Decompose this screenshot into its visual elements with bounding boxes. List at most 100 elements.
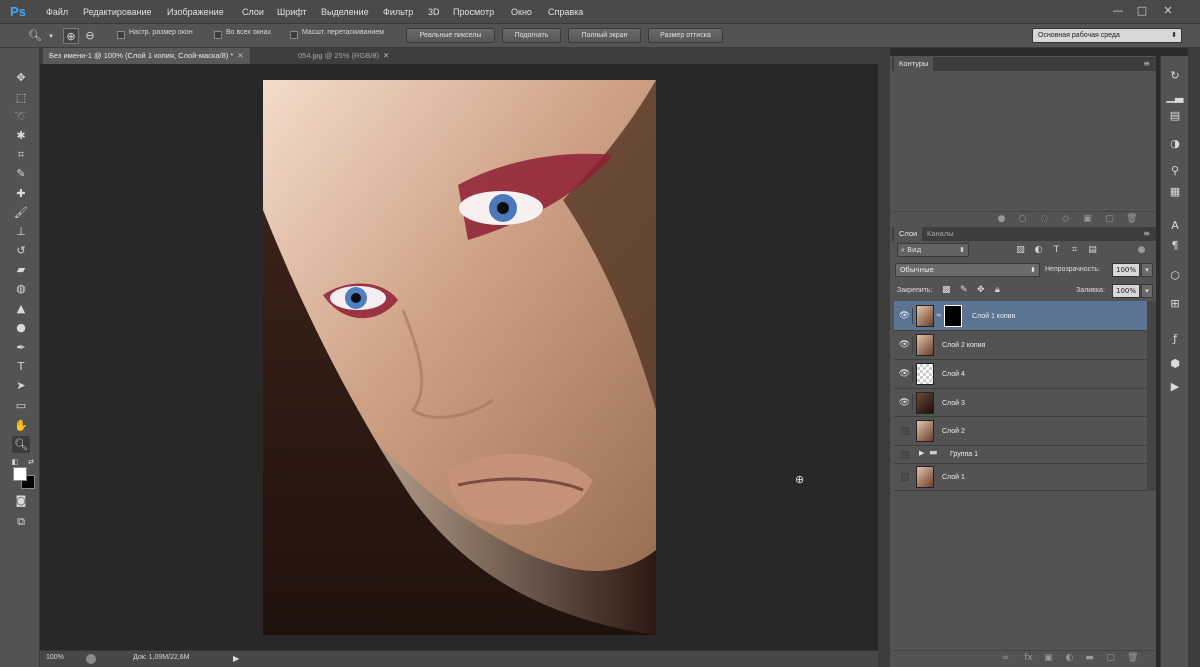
marquee-tool-icon[interactable]: ⬚ (12, 89, 30, 106)
3d-icon[interactable]: ⬡ (1166, 268, 1184, 284)
fill-screen-button[interactable]: Полный экран (568, 28, 641, 43)
add-mask-icon[interactable]: ▣ (1043, 653, 1054, 664)
tab-054-jpg[interactable]: 054.jpg @ 25% (RGB/8) ✕ (292, 48, 395, 64)
panel-menu-icon[interactable]: ≡ (1143, 59, 1150, 68)
layer-row[interactable]: 👁︎ Слой 3 (894, 389, 1147, 417)
menu-edit[interactable]: Редактирование (83, 0, 152, 24)
tab-channels[interactable]: Каналы (922, 227, 959, 241)
fill-path-icon[interactable]: ● (996, 214, 1007, 225)
add-mask-icon[interactable]: ▣ (1082, 214, 1093, 225)
group-folder-icon[interactable]: ▬ (1084, 653, 1095, 664)
layers-scrollbar[interactable] (1147, 301, 1156, 491)
new-path-icon[interactable]: ▢ (1104, 214, 1115, 225)
layer-name[interactable]: Слой 4 (942, 371, 965, 378)
layer-name[interactable]: Слой 1 копия (972, 313, 1015, 320)
eye-icon[interactable]: 👁︎ (897, 366, 913, 382)
quick-mask-icon[interactable]: ◙ (12, 492, 30, 509)
paint-bucket-tool-icon[interactable]: ◍ (12, 280, 30, 297)
tab-layers[interactable]: Слои (894, 227, 923, 241)
paragraph-icon[interactable]: ¶ (1166, 238, 1184, 254)
visibility-toggle[interactable] (901, 451, 909, 459)
canvas-area[interactable]: ⊕ (40, 64, 878, 650)
info-icon[interactable] (86, 654, 96, 664)
scrubby-zoom-checkbox[interactable] (290, 31, 298, 39)
type-filter-icon[interactable]: T (1050, 244, 1063, 257)
adjustment-layer-icon[interactable]: ◐ (1064, 653, 1075, 664)
tab-untitled-1[interactable]: Без имени-1 @ 100% (Слой 1 копия, Слой-м… (43, 48, 250, 64)
close-button[interactable]: ✕ (1158, 3, 1178, 19)
pixel-filter-icon[interactable]: ▨ (1014, 244, 1027, 257)
layer-style-icon[interactable]: fx (1023, 653, 1034, 664)
healing-brush-tool-icon[interactable]: ✚ (12, 185, 30, 202)
lock-position-icon[interactable]: ✥ (977, 285, 985, 295)
layer-row[interactable]: Слой 2 (894, 417, 1147, 446)
menu-window[interactable]: Окно (511, 0, 532, 24)
layer-row[interactable]: 👁︎ Слой 4 (894, 360, 1147, 389)
minimize-button[interactable]: — (1108, 3, 1128, 19)
layer-name[interactable]: Группа 1 (950, 451, 978, 458)
expand-arrow-icon[interactable]: ▶ (919, 449, 924, 457)
blur-tool-icon[interactable]: ▲ (12, 300, 30, 317)
menu-help[interactable]: Справка (548, 0, 583, 24)
eyedropper-tool-icon[interactable]: ✎ (12, 165, 30, 182)
close-icon[interactable]: ✕ (237, 51, 243, 60)
path-selection-tool-icon[interactable]: ➤ (12, 377, 30, 394)
new-layer-icon[interactable]: ▢ (1105, 653, 1116, 664)
resize-windows-checkbox[interactable] (117, 31, 125, 39)
quick-selection-tool-icon[interactable]: ✱ (12, 127, 30, 144)
shape-tool-icon[interactable]: ▭ (12, 397, 30, 414)
all-windows-checkbox[interactable] (214, 31, 222, 39)
workspace-select[interactable]: Основная рабочая среда ⬍ (1032, 28, 1182, 43)
layer-group-row[interactable]: ▶ ▬ Группа 1 (894, 446, 1147, 464)
history-icon[interactable]: ↻ (1166, 68, 1184, 84)
lasso-tool-icon[interactable]: ➰ (12, 108, 30, 125)
play-arrow-icon[interactable]: ▶ (233, 654, 239, 663)
close-icon[interactable]: ✕ (383, 51, 389, 60)
brush-tool-icon[interactable]: 🖌︎ (12, 204, 30, 221)
layer-name[interactable]: Слой 2 (942, 428, 965, 435)
work-path-icon[interactable]: ◇ (1060, 214, 1071, 225)
chain-link-icon[interactable]: ∞ (936, 311, 942, 319)
layer-row[interactable]: Слой 1 (894, 464, 1147, 491)
swap-colors-icon[interactable]: ⇄ (26, 454, 36, 471)
layer-name[interactable]: Слой 2 копия (942, 342, 985, 349)
zoom-tool-preset-icon[interactable]: 🔍︎ (27, 28, 43, 44)
properties-icon[interactable]: ⊞ (1166, 296, 1184, 312)
layer-row[interactable]: 👁︎ ∞ Слой 1 копия (894, 301, 1147, 331)
menu-file[interactable]: Файл (46, 0, 68, 24)
swatches-icon[interactable]: ⬢ (1166, 356, 1184, 372)
visibility-toggle[interactable] (901, 473, 909, 481)
link-layers-icon[interactable]: ∞ (1000, 653, 1011, 664)
actual-pixels-button[interactable]: Реальные пикселы (406, 28, 495, 43)
trash-icon[interactable]: 🗑︎ (1126, 214, 1137, 225)
menu-type[interactable]: Шрифт (277, 0, 307, 24)
lock-paint-icon[interactable]: ✎ (960, 285, 968, 295)
lock-all-icon[interactable]: 🔒︎ (995, 285, 1000, 295)
filter-kind-select[interactable]: ⌕ Вид ⬍ (897, 243, 969, 257)
zoom-in-icon[interactable]: ⊕ (63, 28, 79, 44)
opacity-slider-arrow[interactable]: ▾ (1141, 263, 1153, 277)
eye-icon[interactable]: 👁︎ (897, 308, 913, 324)
brush-panel-icon[interactable]: ▦ (1166, 184, 1184, 200)
eye-icon[interactable]: 👁︎ (897, 395, 913, 411)
tab-paths[interactable]: Контуры (894, 57, 934, 71)
menu-layers[interactable]: Слои (242, 0, 264, 24)
zoom-level[interactable]: 100% (46, 654, 64, 661)
play-actions-icon[interactable]: ▶ (1166, 379, 1184, 395)
menu-3d[interactable]: 3D (428, 0, 440, 24)
zoom-out-icon[interactable]: ⊖ (82, 28, 98, 44)
clone-stamp-tool-icon[interactable]: ⊥ (12, 223, 30, 240)
fit-screen-button[interactable]: Подогнать (502, 28, 561, 43)
maximize-button[interactable]: □ (1132, 3, 1152, 19)
layer-mask-thumbnail[interactable] (944, 305, 962, 327)
screen-mode-icon[interactable]: ⧉ (12, 513, 30, 530)
menu-image[interactable]: Изображение (167, 0, 224, 24)
opacity-field[interactable]: 100% (1112, 263, 1140, 277)
stroke-path-icon[interactable]: ○ (1017, 214, 1028, 225)
pen-tool-icon[interactable]: ✒ (12, 339, 30, 356)
panel-menu-icon[interactable]: ≡ (1143, 229, 1150, 238)
blend-mode-select[interactable]: Обычные ⬍ (895, 263, 1040, 277)
adjustments-icon[interactable]: ◑ (1166, 136, 1184, 152)
crop-tool-icon[interactable]: ⌗ (12, 146, 30, 163)
eraser-tool-icon[interactable]: ▰ (12, 261, 30, 278)
